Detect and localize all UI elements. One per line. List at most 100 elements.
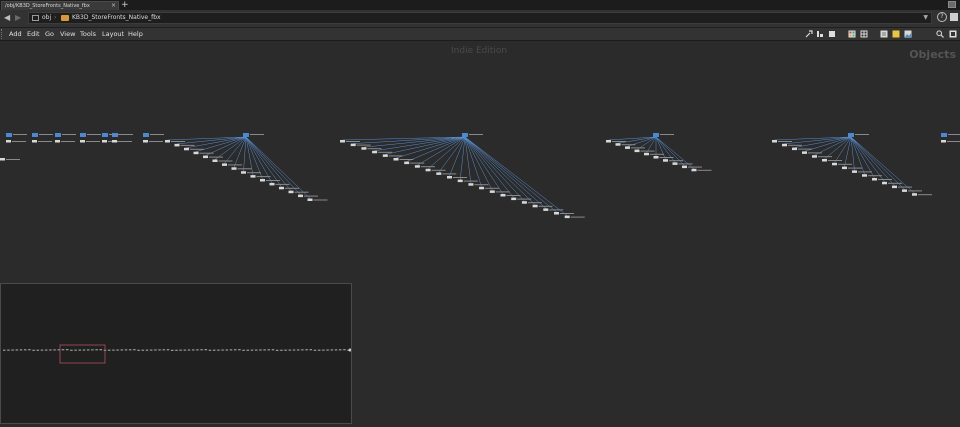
minimap-visible-region[interactable] — [59, 344, 106, 364]
child-node[interactable] — [165, 140, 185, 143]
image-icon[interactable] — [904, 30, 912, 38]
child-node[interactable] — [912, 193, 932, 196]
child-node[interactable] — [500, 194, 521, 197]
grid-icon[interactable] — [860, 30, 868, 38]
null-node[interactable] — [112, 140, 132, 143]
child-node[interactable] — [842, 166, 862, 170]
pin-icon[interactable] — [950, 13, 958, 21]
menu-tools[interactable]: Tools — [80, 28, 96, 40]
child-node[interactable] — [902, 189, 922, 192]
geo-node[interactable] — [6, 133, 27, 137]
child-node[interactable] — [606, 140, 626, 143]
sticky-icon[interactable] — [892, 30, 900, 38]
menu-go[interactable]: Go — [45, 28, 54, 40]
hub-node[interactable] — [848, 133, 869, 137]
node-network[interactable] — [0, 120, 960, 220]
child-node[interactable] — [174, 143, 195, 147]
child-node[interactable] — [691, 168, 712, 172]
help-icon[interactable]: ? — [937, 12, 947, 22]
close-tab-icon[interactable]: × — [111, 2, 116, 10]
child-node[interactable] — [564, 215, 585, 219]
chevron-down-icon[interactable]: ▼ — [923, 13, 928, 23]
wrench-icon[interactable] — [805, 30, 813, 38]
minimap-node-mark — [271, 349, 275, 351]
minimap-node-mark — [221, 349, 224, 351]
null-node[interactable] — [80, 140, 100, 143]
child-node[interactable] — [479, 186, 500, 190]
child-node[interactable] — [772, 140, 792, 143]
square-icon[interactable] — [828, 30, 836, 38]
menu-view[interactable]: View — [60, 28, 75, 40]
child-node[interactable] — [782, 143, 802, 147]
child-node[interactable] — [350, 143, 371, 147]
minimap-node-mark — [259, 349, 262, 351]
minimap-node-mark — [309, 349, 312, 351]
child-node[interactable] — [625, 146, 645, 149]
forward-arrow-icon[interactable]: ▶ — [15, 13, 21, 22]
null-node[interactable] — [941, 140, 960, 143]
child-node[interactable] — [615, 143, 636, 146]
geo-node[interactable] — [32, 133, 53, 137]
null-node[interactable] — [55, 140, 75, 143]
child-node[interactable] — [436, 172, 457, 175]
child-node[interactable] — [425, 168, 446, 172]
menu-layout[interactable]: Layout — [102, 28, 124, 40]
child-node[interactable] — [822, 159, 842, 162]
breadcrumb-root[interactable]: obj — [42, 13, 51, 23]
back-arrow-icon[interactable]: ◀ — [4, 13, 10, 22]
hub-node[interactable] — [653, 133, 674, 137]
palette-icon[interactable] — [848, 30, 856, 38]
network-minimap[interactable] — [0, 283, 352, 424]
child-node[interactable] — [307, 198, 328, 202]
geo-node[interactable] — [0, 158, 20, 161]
layout-icon[interactable] — [816, 30, 824, 38]
child-node[interactable] — [852, 170, 872, 173]
null-node[interactable] — [143, 140, 163, 143]
breadcrumb-node[interactable]: KB3D_StoreFronts_Native_fbx — [72, 13, 161, 23]
geo-node[interactable] — [143, 133, 164, 137]
minimap-node-mark — [15, 349, 18, 351]
child-node[interactable] — [644, 152, 664, 156]
child-node[interactable] — [250, 175, 271, 178]
child-node[interactable] — [457, 179, 478, 183]
minimap-node-mark — [133, 349, 136, 351]
geo-node[interactable] — [112, 133, 133, 137]
child-node[interactable] — [447, 176, 467, 179]
null-node[interactable] — [32, 140, 52, 143]
child-node[interactable] — [382, 154, 403, 157]
child-node[interactable] — [222, 163, 242, 166]
minimap-node-mark — [36, 349, 39, 351]
child-node[interactable] — [792, 147, 812, 151]
child-node[interactable] — [802, 151, 822, 154]
child-node[interactable] — [372, 150, 393, 154]
child-node[interactable] — [361, 147, 382, 150]
child-node[interactable] — [832, 162, 852, 166]
node-wire — [245, 136, 273, 184]
child-node[interactable] — [193, 151, 214, 155]
notes-icon[interactable] — [880, 30, 888, 38]
hub-node[interactable] — [243, 133, 264, 137]
hub-node[interactable] — [462, 133, 483, 137]
geo-node[interactable] — [55, 133, 76, 137]
child-node[interactable] — [468, 183, 489, 186]
add-tab-icon[interactable]: + — [121, 0, 129, 10]
menu-add[interactable]: Add — [9, 28, 22, 40]
menu-help[interactable]: Help — [128, 28, 143, 40]
toolbar-grip-icon[interactable] — [1, 29, 4, 39]
child-node[interactable] — [241, 171, 261, 174]
child-node[interactable] — [489, 190, 510, 193]
child-node[interactable] — [231, 167, 252, 170]
child-node[interactable] — [184, 147, 204, 151]
restore-window-icon[interactable] — [948, 1, 956, 8]
breadcrumb[interactable]: obj › KB3D_StoreFronts_Native_fbx ▼ — [28, 12, 932, 24]
fullscreen-icon[interactable] — [949, 30, 957, 38]
search-icon[interactable] — [936, 30, 944, 38]
child-node[interactable] — [634, 149, 655, 153]
geo-node[interactable] — [941, 133, 960, 137]
child-node[interactable] — [212, 159, 233, 163]
null-node[interactable] — [6, 140, 26, 143]
geo-node[interactable] — [80, 133, 101, 137]
menu-edit[interactable]: Edit — [27, 28, 40, 40]
child-node[interactable] — [340, 140, 360, 143]
tab-network-path[interactable]: /obj/KB3D_StoreFronts_Native_fbx × — [1, 1, 119, 10]
